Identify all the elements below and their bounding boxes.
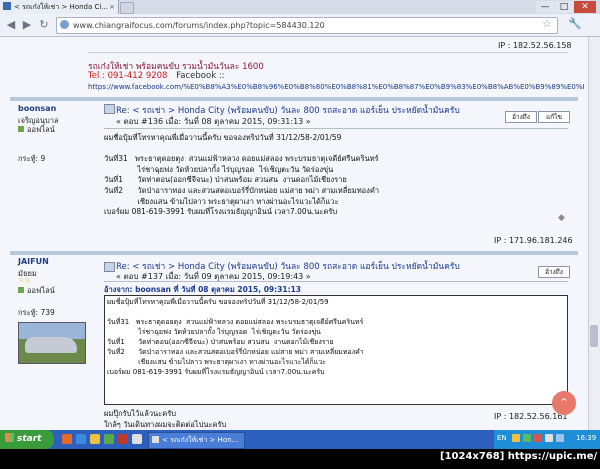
network-icon[interactable] [556,434,564,442]
online-status: ออฟไลน์ [27,286,55,295]
post-icon [104,104,115,114]
forward-arrow-icon[interactable]: ▶ [20,18,34,32]
minimize-button[interactable]: — [536,1,554,13]
address-url: www.chiangraifocus.com/forums/index.php?… [73,21,325,30]
avatar[interactable] [18,322,86,364]
ad-phone: Tel : 091-412 9208 [88,71,168,81]
ad-facebook-label: Facebook :: [176,71,225,81]
online-status: ออฟไลน์ [27,125,55,134]
edit-button[interactable]: แก้ไข [538,111,570,123]
scrollbar-thumb[interactable] [590,325,598,347]
globe-icon [60,20,69,29]
post-ip: IP : 182.52.56.161 [494,412,568,421]
site-favicon-icon [3,2,11,10]
windows-logo-icon [5,433,14,442]
task-label: < รถเก๋งให้เช่า > Hon... [162,436,239,444]
tray-icon[interactable] [534,434,542,442]
tab-close-icon[interactable]: × [109,0,115,14]
quote-box: ผมชื่อปุ้มที่โทรหาคุณพี่เมื่อวานนี้ครับ … [104,295,568,405]
post-icon [104,262,115,272]
address-bar[interactable]: www.chiangraifocus.com/forums/index.php?… [56,17,558,34]
app-icon[interactable] [118,434,128,444]
reply-body: ผมปุ๊กรับไว้แล้วนะครับ ใกล้ๆ วันเดินทางผ… [104,409,227,429]
ad-line-2: Tel : 091-412 9208 Facebook :: [88,71,225,81]
back-arrow-icon[interactable]: ◀ [4,18,18,32]
tray-icon[interactable] [523,434,531,442]
rank-stars-icon: ☆☆ [18,276,31,284]
wrench-icon[interactable]: 🔧 [568,17,582,30]
start-button[interactable]: start [0,430,54,449]
browser-tab[interactable]: < รถเก๋งให้เช่า > Honda Ci... × [0,0,119,14]
quote-button[interactable]: อ้างถึง [538,266,570,278]
page-content: IP : 182.52.56.158 รถเก๋งให้เช่า พร้อมคน… [0,37,588,430]
scroll-to-top-button[interactable]: ⌃ [552,391,576,415]
car-icon [25,337,77,353]
tab-title: < รถเก๋งให้เช่า > Honda Ci... [14,3,109,11]
volume-icon[interactable] [545,434,553,442]
firefox-icon[interactable] [62,434,72,444]
post-count: กระทู้: 739 [18,308,55,317]
post-author[interactable]: JAIFUN [18,257,49,266]
post-count: กระทู้: 9 [18,154,46,163]
tray-icon[interactable] [512,434,520,442]
chrome-icon [152,436,159,443]
start-label: start [17,434,42,444]
post-separator [10,251,578,255]
quote-button[interactable]: อ้างถึง [505,111,537,123]
post-body: ผมชื่อปุ้มที่โทรหาคุณพี่เมื่อวานนี้ครับ … [104,133,380,217]
report-icon[interactable]: ◆ [558,213,565,223]
divider [88,52,568,53]
quote-body: ผมชื่อปุ้มที่โทรหาคุณพี่เมื่อวานนี้ครับ … [107,298,364,376]
ad-facebook-link[interactable]: https://www.facebook.com/%E0%B8%A3%E0%B8… [88,83,584,91]
reload-icon[interactable]: ↻ [37,18,51,32]
post-divider [104,128,568,129]
post-ip: IP : 171.96.181.246 [494,236,573,245]
new-tab-button[interactable] [120,2,134,14]
vertical-scrollbar[interactable] [588,37,600,430]
clock[interactable]: 16:39 [576,434,596,442]
app-icon[interactable] [104,434,114,444]
member-icon [18,287,24,293]
maximize-button[interactable]: □ [555,1,573,13]
ie-icon[interactable] [76,434,86,444]
chrome-icon[interactable] [132,434,142,444]
post-author[interactable]: boonsan [18,104,56,113]
watermark-banner: [1024x768] https://upic.me/ [440,451,598,462]
language-indicator[interactable]: EN [497,434,507,442]
post-meta: « ตอบ #136 เมื่อ: วันที่ 08 ตุลาคม 2015,… [116,117,311,126]
top-ip: IP : 182.52.56.158 [498,41,572,50]
post-divider [104,281,568,282]
folder-icon[interactable] [90,434,100,444]
taskbar-window-button[interactable]: < รถเก๋งให้เช่า > Hon... [148,432,245,449]
bookmark-star-icon[interactable]: ☆ [542,17,552,30]
close-window-button[interactable]: ✕ [574,1,596,13]
member-icon [18,126,24,132]
